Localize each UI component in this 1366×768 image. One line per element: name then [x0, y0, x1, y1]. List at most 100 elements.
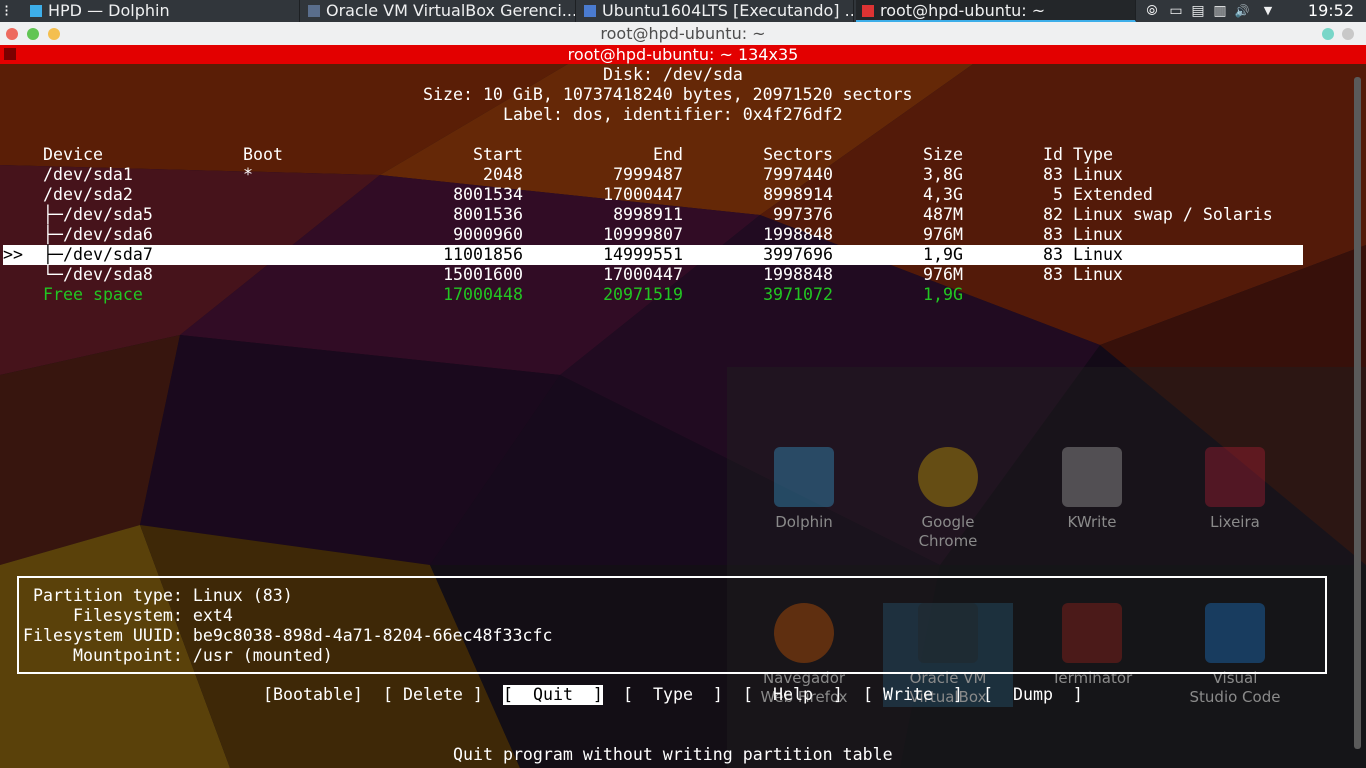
- task-virtualbox[interactable]: Oracle VM VirtualBox Gerenci...: [302, 0, 576, 22]
- header-sectors: Sectors: [763, 145, 833, 164]
- partition-start: 9000960: [453, 225, 523, 244]
- task-folder[interactable]: HPD — Dolphin: [24, 0, 300, 22]
- help-menu[interactable]: [ Help ]: [743, 685, 843, 705]
- partition-idtype: 83 Linux: [1043, 245, 1123, 264]
- window-titlebar[interactable]: root@hpd-ubuntu: ~: [0, 22, 1366, 45]
- partition-idtype: 83 Linux: [1043, 165, 1123, 184]
- partition-sectors: 997376: [773, 205, 833, 224]
- header-start: Start: [473, 145, 523, 164]
- info-uuid: Filesystem UUID: be9c8038-898d-4a71-8204…: [23, 626, 553, 645]
- partition-row[interactable]: /dev/sda2 8001534 17000447 8998914 4,3G 5 Ex…: [3, 185, 1343, 205]
- partition-device: /dev/sda2: [43, 185, 133, 204]
- partition-sectors: 3997696: [763, 245, 833, 264]
- task-label: Ubuntu1604LTS [Executando] ...: [602, 1, 854, 20]
- task-label: root@hpd-ubuntu: ~: [880, 1, 1046, 20]
- partition-device: ├─/dev/sda7: [43, 245, 153, 264]
- window-menu-icon[interactable]: [1342, 28, 1354, 40]
- network-icon[interactable]: ⦾: [1144, 3, 1160, 19]
- free-start: 17000448: [443, 285, 523, 304]
- minimize-window-icon[interactable]: [48, 28, 60, 40]
- volume-icon[interactable]: 🔊: [1234, 3, 1250, 19]
- partition-end: 10999807: [603, 225, 683, 244]
- partition-start: 15001600: [443, 265, 523, 284]
- partition-boot: *: [243, 165, 253, 184]
- task-label: HPD — Dolphin: [48, 1, 170, 20]
- partition-end: 8998911: [613, 205, 683, 224]
- partition-size: 1,9G: [923, 245, 963, 264]
- partition-device: └─/dev/sda8: [43, 265, 153, 284]
- status-line: Quit program without writing partition t…: [453, 745, 893, 764]
- partition-device: ├─/dev/sda6: [43, 225, 153, 244]
- partition-row[interactable]: /dev/sda1 * 2048 7999487 7997440 3,8G 83 Linux: [3, 165, 1343, 185]
- write-menu[interactable]: [ Write ]: [863, 685, 963, 705]
- partition-sectors: 1998848: [763, 225, 833, 244]
- partition-idtype: 83 Linux: [1043, 225, 1123, 244]
- partition-row[interactable]: ├─/dev/sda6 9000960 10999807 1998848 976M 83 …: [3, 225, 1343, 245]
- free-end: 20971519: [603, 285, 683, 304]
- partition-end: 14999551: [603, 245, 683, 264]
- header-idtype: Id Type: [1043, 145, 1113, 164]
- delete-menu[interactable]: [ Delete ]: [383, 685, 483, 705]
- close-window-icon[interactable]: [6, 28, 18, 40]
- partition-size: 976M: [923, 265, 963, 284]
- disk-line: Disk: /dev/sda: [603, 65, 743, 84]
- partition-device: /dev/sda1: [43, 165, 133, 184]
- partition-sectors: 7997440: [763, 165, 833, 184]
- partition-end: 17000447: [603, 265, 683, 284]
- terminal-window[interactable]: Dolphin Google Chrome KWrite Lixeira Navegad…: [0, 45, 1366, 768]
- partition-end: 17000447: [603, 185, 683, 204]
- window-title: root@hpd-ubuntu: ~: [600, 24, 766, 43]
- partition-end: 7999487: [613, 165, 683, 184]
- partition-row-selected[interactable]: >> ├─/dev/sda7 11001856 14999551 3997696 1,9G…: [3, 245, 1343, 265]
- maximize-window-icon[interactable]: [27, 28, 39, 40]
- dump-menu[interactable]: [ Dump ]: [983, 685, 1083, 705]
- quit-menu[interactable]: [ Quit ]: [503, 685, 603, 705]
- clipboard-icon[interactable]: ▤: [1190, 3, 1206, 19]
- header-boot: Boot: [243, 145, 283, 164]
- header-size: Size: [923, 145, 963, 164]
- partition-idtype: 82 Linux swap / Solaris: [1043, 205, 1273, 224]
- partition-marker: >>: [3, 245, 23, 264]
- header-end: End: [653, 145, 683, 164]
- terminal-icon: [862, 5, 874, 17]
- partition-size: 976M: [923, 225, 963, 244]
- task-terminal[interactable]: root@hpd-ubuntu: ~: [856, 0, 1136, 22]
- expand-tray-icon[interactable]: ▼: [1260, 3, 1276, 19]
- partition-info-box: Partition type: Linux (83) Filesystem: e…: [17, 576, 1327, 674]
- partition-start: 8001534: [453, 185, 523, 204]
- keep-above-icon[interactable]: [1322, 28, 1334, 40]
- partition-start: 2048: [483, 165, 523, 184]
- info-mountpoint: Mountpoint: /usr (mounted): [33, 646, 333, 665]
- folder-icon: [30, 5, 42, 17]
- free-space-row[interactable]: Free space 17000448 20971519 3971072 1,9…: [3, 285, 1343, 305]
- clock[interactable]: 19:52: [1308, 0, 1354, 22]
- bootable-menu[interactable]: [Bootable]: [263, 685, 363, 705]
- virtualbox-icon: [308, 5, 320, 17]
- free-sectors: 3971072: [763, 285, 833, 304]
- table-header: Device Boot Start End Sectors Size Id Ty…: [3, 145, 1343, 165]
- task-virtualbox-vm[interactable]: Ubuntu1604LTS [Executando] ...: [578, 0, 854, 22]
- partition-start: 8001536: [453, 205, 523, 224]
- notes-icon[interactable]: ▥: [1212, 3, 1228, 19]
- partition-row[interactable]: ├─/dev/sda5 8001536 8998911 997376 487M 82 Li…: [3, 205, 1343, 225]
- partition-device: ├─/dev/sda5: [43, 205, 153, 224]
- partition-row[interactable]: └─/dev/sda8 15001600 17000447 1998848 976M 83…: [3, 265, 1343, 285]
- terminal-title-text: root@hpd-ubuntu: ~ 134x35: [567, 45, 799, 64]
- terminal-tab-title: root@hpd-ubuntu: ~ 134x35: [0, 45, 1366, 64]
- type-menu[interactable]: [ Type ]: [623, 685, 723, 705]
- partition-size: 3,8G: [923, 165, 963, 184]
- partition-idtype: 5 Extended: [1043, 185, 1153, 204]
- partition-sectors: 1998848: [763, 265, 833, 284]
- info-partition-type: Partition type: Linux (83): [33, 586, 293, 605]
- application-launcher-icon[interactable]: ⁝: [4, 0, 9, 22]
- free-size: 1,9G: [923, 285, 963, 304]
- partition-start: 11001856: [443, 245, 523, 264]
- terminal-scrollbar-thumb[interactable]: [1354, 77, 1361, 749]
- header-device: Device: [43, 145, 103, 164]
- partition-idtype: 83 Linux: [1043, 265, 1123, 284]
- free-device: Free space: [43, 285, 143, 304]
- display-icon[interactable]: ▭: [1168, 3, 1184, 19]
- info-filesystem: Filesystem: ext4: [33, 606, 233, 625]
- terminal-menu-icon[interactable]: [4, 48, 16, 60]
- terminal-screen[interactable]: Disk: /dev/sda Size: 10 GiB, 10737418240…: [3, 64, 1343, 768]
